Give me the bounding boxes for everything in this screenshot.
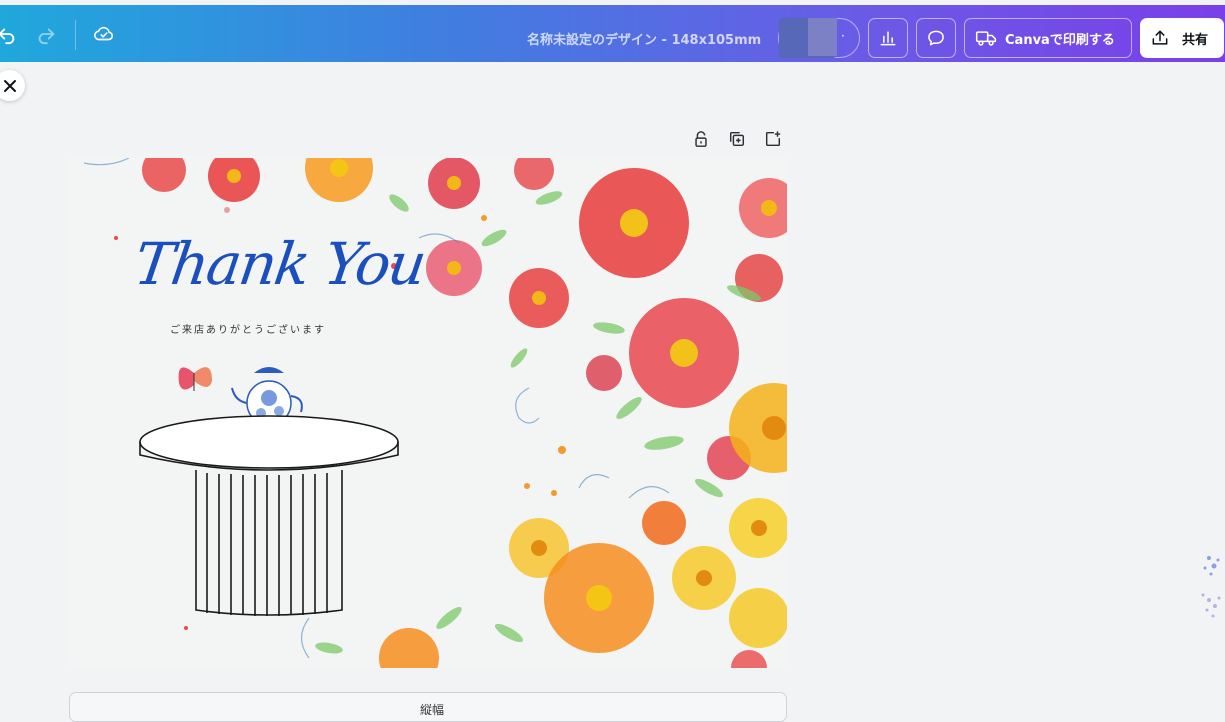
close-icon — [3, 79, 16, 92]
undo-icon[interactable] — [0, 19, 22, 49]
print-button-label: Canvaで印刷する — [1005, 32, 1115, 48]
floating-assistant-widget[interactable] — [1183, 540, 1225, 630]
comment-icon — [928, 30, 944, 46]
page-notes-panel[interactable]: 縦幅 — [69, 692, 787, 722]
cloud-check-icon[interactable] — [89, 19, 119, 49]
duplicate-page-button[interactable] — [726, 128, 748, 150]
avatar-more-indicator: · — [841, 29, 845, 43]
close-panel-button[interactable] — [0, 70, 25, 101]
avatar[interactable] — [779, 18, 837, 58]
thank-you-heading[interactable]: Thank You — [130, 230, 429, 298]
share-button[interactable]: 共有 — [1140, 18, 1224, 58]
lock-icon — [695, 131, 707, 147]
sparkle-icon — [1201, 556, 1221, 618]
share-button-label: 共有 — [1182, 32, 1209, 48]
redo-icon[interactable] — [31, 19, 61, 49]
thank-you-subtext[interactable]: ご来店ありがとうございます — [170, 321, 326, 336]
flower-top-left — [142, 158, 554, 209]
add-page-button[interactable] — [762, 128, 784, 150]
toolbar-divider — [75, 20, 76, 50]
design-canvas[interactable]: Thank You ご来店ありがとうございます — [69, 158, 787, 668]
page-notes-label: 縦幅 — [420, 703, 445, 717]
editor-toolbar: 名称未設定のデザイン - 148x105mm · Canvaで印刷する 共有 — [0, 5, 1225, 62]
print-with-canva-button[interactable]: Canvaで印刷する — [964, 18, 1132, 58]
truck-icon — [975, 31, 997, 46]
butterfly — [178, 367, 212, 391]
lock-page-button[interactable] — [690, 128, 712, 150]
document-title[interactable]: 名称未設定のデザイン - 148x105mm — [527, 29, 761, 48]
bar-chart-icon — [880, 31, 896, 46]
upload-icon — [1152, 30, 1168, 45]
collaborator-avatars[interactable]: · — [778, 18, 860, 58]
comment-button[interactable] — [916, 18, 956, 58]
add-page-icon — [765, 131, 781, 147]
insights-button[interactable] — [868, 18, 908, 58]
duplicate-icon — [729, 131, 745, 147]
round-table — [139, 415, 399, 616]
